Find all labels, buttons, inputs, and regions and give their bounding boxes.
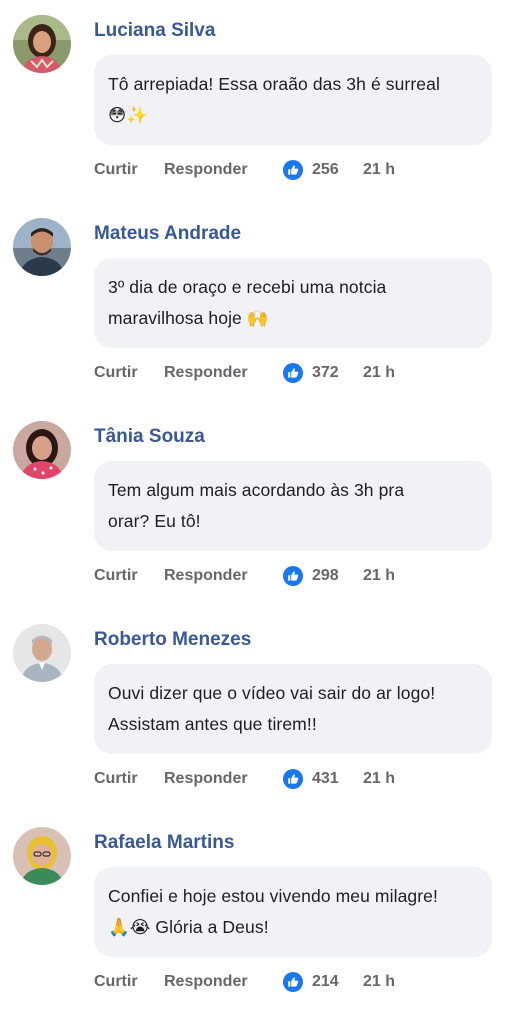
like-button[interactable]: Curtir bbox=[94, 973, 138, 991]
comment-text-line: Tô arrepiada! Essa oraão das 3h é surrea… bbox=[108, 74, 440, 94]
like-button[interactable]: Curtir bbox=[94, 770, 138, 788]
reaction-count[interactable]: 431 bbox=[312, 770, 339, 788]
comment-bubble: Tem algum mais acordando às 3h pra orar?… bbox=[94, 461, 492, 551]
comment-timestamp[interactable]: 21 h bbox=[363, 364, 395, 382]
comment-item: Rafaela Martins Confiei e hoje estou viv… bbox=[0, 812, 507, 1012]
comment-timestamp[interactable]: 21 h bbox=[363, 973, 395, 991]
comment-actions: Curtir Responder 298 21 h bbox=[94, 564, 494, 588]
avatar[interactable] bbox=[13, 624, 71, 682]
reply-button[interactable]: Responder bbox=[164, 770, 248, 788]
comment-actions: Curtir Responder 431 21 h bbox=[94, 767, 494, 791]
comment-author[interactable]: Rafaela Martins bbox=[94, 832, 234, 854]
comment-timestamp[interactable]: 21 h bbox=[363, 161, 395, 179]
avatar[interactable] bbox=[13, 827, 71, 885]
thumbs-up-icon[interactable] bbox=[283, 769, 303, 789]
comment-item: Tânia Souza Tem algum mais acordando às … bbox=[0, 406, 507, 606]
like-button[interactable]: Curtir bbox=[94, 161, 138, 179]
reaction-count[interactable]: 214 bbox=[312, 973, 339, 991]
comment-text-line: 😳✨ bbox=[108, 105, 149, 125]
like-button[interactable]: Curtir bbox=[94, 364, 138, 382]
reaction-count[interactable]: 298 bbox=[312, 567, 339, 585]
reply-button[interactable]: Responder bbox=[164, 567, 248, 585]
reply-button[interactable]: Responder bbox=[164, 161, 248, 179]
comment-bubble: Tô arrepiada! Essa oraão das 3h é surrea… bbox=[94, 55, 492, 145]
comment-timestamp[interactable]: 21 h bbox=[363, 770, 395, 788]
comment-item: Mateus Andrade 3º dia de oraço e recebi … bbox=[0, 203, 507, 403]
thumbs-up-icon[interactable] bbox=[283, 566, 303, 586]
comment-text-line: Ouvi dizer que o vídeo vai sair do ar lo… bbox=[108, 683, 436, 703]
comment-author[interactable]: Roberto Menezes bbox=[94, 629, 251, 651]
comment-bubble: Ouvi dizer que o vídeo vai sair do ar lo… bbox=[94, 664, 492, 754]
comment-item: Luciana Silva Tô arrepiada! Essa oraão d… bbox=[0, 0, 507, 200]
comment-author[interactable]: Tânia Souza bbox=[94, 426, 205, 448]
comment-timestamp[interactable]: 21 h bbox=[363, 567, 395, 585]
avatar[interactable] bbox=[13, 15, 71, 73]
comment-actions: Curtir Responder 214 21 h bbox=[94, 970, 494, 994]
avatar[interactable] bbox=[13, 421, 71, 479]
comment-actions: Curtir Responder 372 21 h bbox=[94, 361, 494, 385]
comment-author[interactable]: Luciana Silva bbox=[94, 20, 215, 42]
comment-text-line: orar? Eu tô! bbox=[108, 511, 201, 531]
thumbs-up-icon[interactable] bbox=[283, 972, 303, 992]
avatar[interactable] bbox=[13, 218, 71, 276]
comment-bubble: Confiei e hoje estou vivendo meu milagre… bbox=[94, 867, 492, 957]
comment-author[interactable]: Mateus Andrade bbox=[94, 223, 241, 245]
comment-text-line: Confiei e hoje estou vivendo meu milagre… bbox=[108, 886, 438, 906]
thumbs-up-icon[interactable] bbox=[283, 160, 303, 180]
reaction-count[interactable]: 256 bbox=[312, 161, 339, 179]
comment-text-line: Assistam antes que tirem!! bbox=[108, 714, 317, 734]
comment-bubble: 3º dia de oraço e recebi uma notcia mara… bbox=[94, 258, 492, 348]
comment-text-line: 🙏😭 Glória a Deus! bbox=[108, 917, 269, 937]
comment-item: Roberto Menezes Ouvi dizer que o vídeo v… bbox=[0, 609, 507, 809]
reaction-count[interactable]: 372 bbox=[312, 364, 339, 382]
reply-button[interactable]: Responder bbox=[164, 364, 248, 382]
like-button[interactable]: Curtir bbox=[94, 567, 138, 585]
reply-button[interactable]: Responder bbox=[164, 973, 248, 991]
comment-text-line: 3º dia de oraço e recebi uma notcia bbox=[108, 277, 387, 297]
comment-text-line: Tem algum mais acordando às 3h pra bbox=[108, 480, 405, 500]
comment-actions: Curtir Responder 256 21 h bbox=[94, 158, 494, 182]
comment-text-line: maravilhosa hoje 🙌 bbox=[108, 308, 269, 328]
thumbs-up-icon[interactable] bbox=[283, 363, 303, 383]
